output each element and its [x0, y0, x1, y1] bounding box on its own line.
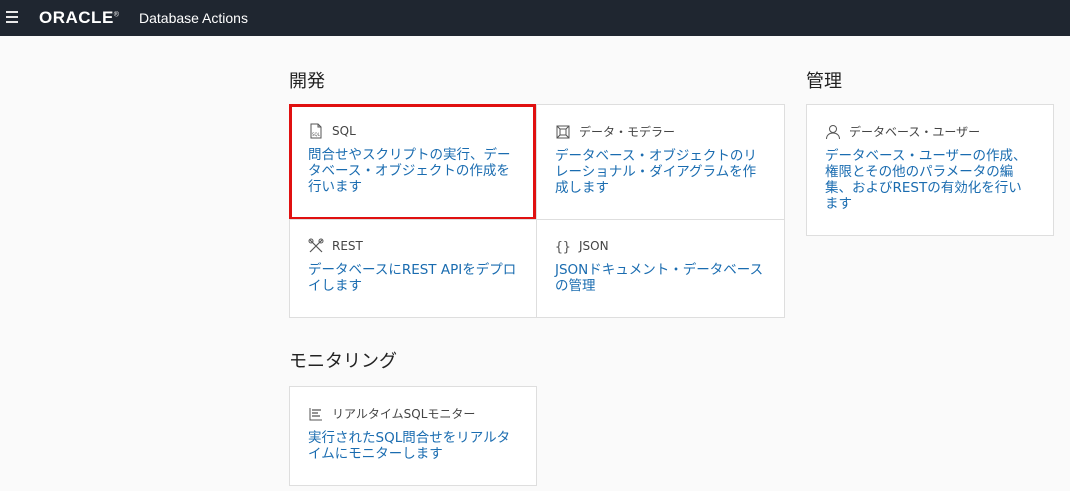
- braces-icon: {}: [555, 238, 571, 254]
- card-label: SQL: [332, 124, 356, 138]
- card-sql[interactable]: SQL SQL 問合せやスクリプトの実行、データベース・オブジェクトの作成を行い…: [289, 104, 536, 220]
- oracle-logo[interactable]: ORACLE®: [39, 8, 119, 28]
- brand-text: ORACLE: [39, 8, 114, 27]
- section-title-monitoring: モニタリング: [289, 351, 397, 372]
- card-label: JSON: [579, 239, 609, 253]
- svg-text:{}: {}: [555, 240, 571, 254]
- data-modeler-icon: [555, 124, 571, 140]
- tools-icon: [308, 238, 324, 254]
- card-description-link[interactable]: データベースにREST APIをデプロイします: [308, 262, 518, 294]
- product-title: Database Actions: [139, 10, 248, 26]
- card-description-link[interactable]: データベース・オブジェクトのリレーショナル・ダイアグラムを作成します: [555, 148, 765, 196]
- card-description-link[interactable]: JSONドキュメント・データベースの管理: [555, 262, 765, 294]
- card-data-modeler[interactable]: データ・モデラー データベース・オブジェクトのリレーショナル・ダイアグラムを作成…: [536, 104, 785, 220]
- card-rest[interactable]: REST データベースにREST APIをデプロイします: [289, 219, 537, 318]
- section-title-management: 管理: [806, 71, 842, 92]
- sql-file-icon: SQL: [308, 123, 324, 139]
- hamburger-menu-icon[interactable]: [6, 11, 18, 23]
- user-icon: [825, 124, 841, 140]
- monitor-bars-icon: [308, 406, 324, 422]
- card-json[interactable]: {} JSON JSONドキュメント・データベースの管理: [536, 219, 785, 318]
- svg-text:SQL: SQL: [312, 132, 321, 137]
- card-description-link[interactable]: 実行されたSQL問合せをリアルタイムにモニターします: [308, 430, 518, 462]
- card-label: データベース・ユーザー: [849, 125, 981, 139]
- card-label: データ・モデラー: [579, 125, 676, 139]
- top-bar: ORACLE® Database Actions: [0, 0, 1070, 36]
- card-description-link[interactable]: データベース・ユーザーの作成、権限とその他のパラメータの編集、およびRESTの有…: [825, 148, 1035, 212]
- card-label: REST: [332, 239, 363, 253]
- card-description-link[interactable]: 問合せやスクリプトの実行、データベース・オブジェクトの作成を行います: [308, 147, 518, 195]
- section-title-development: 開発: [289, 71, 325, 92]
- card-label: リアルタイムSQLモニター: [332, 407, 476, 421]
- card-realtime-sql-monitor[interactable]: リアルタイムSQLモニター 実行されたSQL問合せをリアルタイムにモニターします: [289, 386, 537, 486]
- card-database-users[interactable]: データベース・ユーザー データベース・ユーザーの作成、権限とその他のパラメータの…: [806, 104, 1054, 236]
